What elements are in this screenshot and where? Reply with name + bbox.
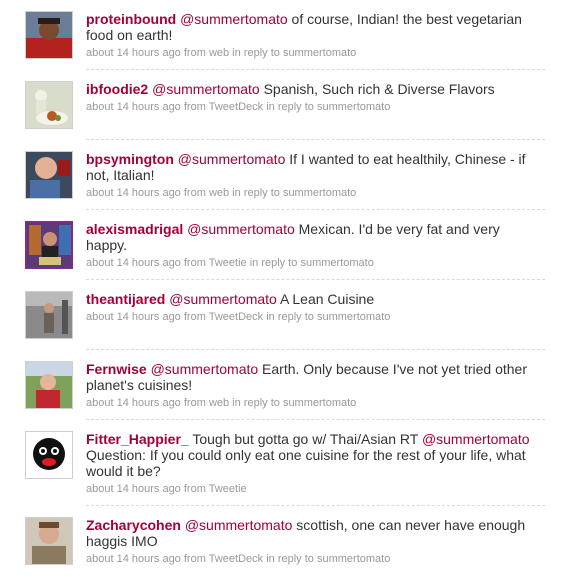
timestamp-link[interactable]: about 14 hours ago [86,397,181,409]
mention-link[interactable]: @summertomato [422,431,530,447]
tweet-username-link[interactable]: bpsymington [86,151,174,167]
mention-link[interactable]: @summertomato [152,81,260,97]
timestamp-link[interactable]: about 14 hours ago [86,311,181,323]
avatar[interactable] [25,81,73,129]
tweet-text: Question: If you could only eat one cuis… [86,447,526,479]
tweet-username-link[interactable]: ibfoodie2 [86,81,148,97]
in-reply-to-link[interactable]: summertomato [317,553,390,565]
timestamp-link[interactable]: about 14 hours ago [86,47,181,59]
divider [86,209,545,210]
timestamp-link[interactable]: about 14 hours ago [86,483,181,495]
avatar[interactable] [25,151,73,199]
tweet-body: Fernwise @summertomato Earth. Only becau… [86,361,536,410]
source-link[interactable]: TweetDeck [209,311,263,323]
timestamp-link[interactable]: about 14 hours ago [86,553,181,565]
source-link[interactable]: TweetDeck [209,553,263,565]
tweet-body: bpsymington @summertomato If I wanted to… [86,151,536,200]
in-reply-to-link[interactable]: summertomato [300,257,373,269]
mention-link[interactable]: @summertomato [169,291,277,307]
tweet-username-link[interactable]: theantijared [86,291,165,307]
tweet-body: proteinbound @summertomato of course, In… [86,11,536,60]
tweet-text: Spanish, Such rich & Diverse Flavors [259,81,495,97]
mention-link[interactable]: @summertomato [178,151,286,167]
mention-link[interactable]: @summertomato [151,361,259,377]
avatar[interactable] [25,431,73,479]
tweet-username-link[interactable]: proteinbound [86,11,176,27]
in-reply-to-link[interactable]: summertomato [283,47,356,59]
source-link[interactable]: web [209,397,229,409]
tweet-meta: about 14 hours ago from TweetDeck in rep… [86,311,391,323]
source-link[interactable]: Tweetie [209,257,247,269]
tweet-meta: about 14 hours ago from TweetDeck in rep… [86,553,391,565]
divider [86,349,545,350]
divider [86,69,545,70]
in-reply-to-link[interactable]: summertomato [283,187,356,199]
in-reply-to-link[interactable]: summertomato [317,311,390,323]
tweet-meta: about 14 hours ago from web in reply to … [86,47,357,59]
tweet-body: theantijared @summertomato A Lean Cuisin… [86,291,536,324]
avatar[interactable] [25,517,73,565]
tweet-username-link[interactable]: Fernwise [86,361,147,377]
avatar[interactable] [25,221,73,269]
source-link[interactable]: TweetDeck [209,101,263,113]
mention-link[interactable]: @summertomato [185,517,293,533]
tweet-meta: about 14 hours ago from Tweetie in reply… [86,257,374,269]
tweet-text: Tough but gotta go w/ Thai/Asian RT [188,431,422,447]
tweet-text: A Lean Cuisine [276,291,375,307]
tweet-meta: about 14 hours ago from web in reply to … [86,187,357,199]
source-link[interactable]: web [209,47,229,59]
tweet-meta: about 14 hours ago from Tweetie [86,483,247,495]
tweet-username-link[interactable]: Zacharycohen [86,517,181,533]
source-link[interactable]: Tweetie [209,483,247,495]
mention-link[interactable]: @summertomato [187,221,295,237]
mention-link[interactable]: @summertomato [180,11,288,27]
tweet-body: Fitter_Happier_ Tough but gotta go w/ Th… [86,431,536,496]
timestamp-link[interactable]: about 14 hours ago [86,101,181,113]
avatar[interactable] [25,11,73,59]
divider [86,139,545,140]
timestamp-link[interactable]: about 14 hours ago [86,187,181,199]
tweet-username-link[interactable]: alexismadrigal [86,221,183,237]
avatar[interactable] [25,361,73,409]
divider [86,419,545,420]
divider [86,505,545,506]
timestamp-link[interactable]: about 14 hours ago [86,257,181,269]
in-reply-to-link[interactable]: summertomato [283,397,356,409]
tweet-body: Zacharycohen @summertomato scottish, one… [86,517,536,566]
avatar[interactable] [25,291,73,339]
tweet-body: ibfoodie2 @summertomato Spanish, Such ri… [86,81,536,114]
tweet-meta: about 14 hours ago from TweetDeck in rep… [86,101,391,113]
tweet-body: alexismadrigal @summertomato Mexican. I'… [86,221,536,270]
tweet-username-link[interactable]: Fitter_Happier_ [86,431,189,447]
in-reply-to-link[interactable]: summertomato [317,101,390,113]
source-link[interactable]: web [209,187,229,199]
divider [86,279,545,280]
tweet-meta: about 14 hours ago from web in reply to … [86,397,357,409]
